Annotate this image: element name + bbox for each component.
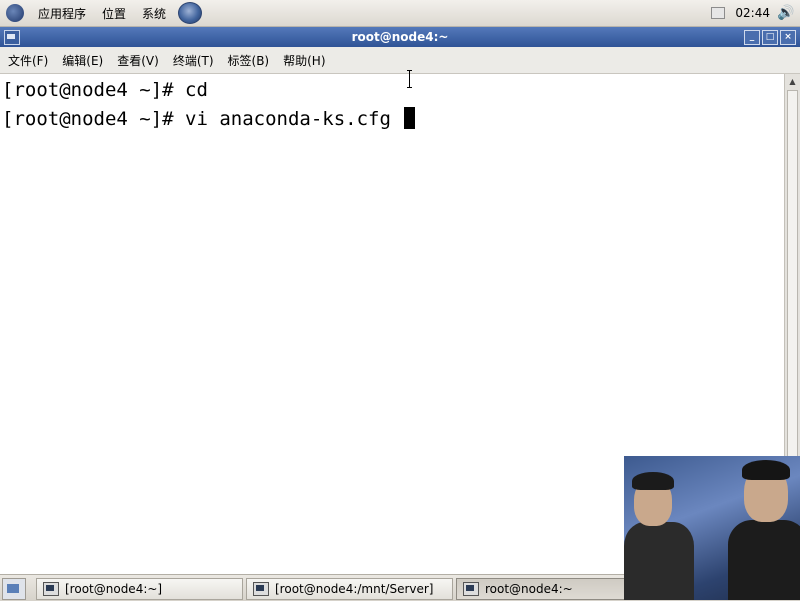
terminal-icon: [43, 582, 59, 596]
presenter-body: [728, 520, 800, 600]
maximize-button[interactable]: □: [762, 30, 778, 45]
show-desktop-icon[interactable]: [2, 578, 26, 600]
terminal-line: [root@node4 ~]# vi anaconda-ks.cfg: [2, 107, 416, 130]
presenter-hair: [742, 460, 790, 480]
menu-file[interactable]: 文件(F): [0, 52, 54, 69]
terminal-line: [root@node4 ~]# cd: [2, 79, 208, 101]
webcam-overlay: [624, 456, 800, 600]
taskbar-item[interactable]: [root@node4:/mnt/Server]: [246, 578, 453, 600]
minimize-button[interactable]: _: [744, 30, 760, 45]
browser-launcher-icon[interactable]: [178, 2, 203, 24]
clock[interactable]: 02:44: [735, 6, 770, 20]
menu-terminal[interactable]: 终端(T): [165, 52, 220, 69]
top-panel: 应用程序 位置 系统 02:44 🔊: [0, 0, 800, 27]
menu-view[interactable]: 查看(V): [109, 52, 165, 69]
taskbar-item-active[interactable]: root@node4:~: [456, 578, 626, 600]
scroll-up-arrow-icon[interactable]: ▲: [787, 76, 798, 87]
menu-help[interactable]: 帮助(H): [275, 52, 331, 69]
terminal-line-text: [root@node4 ~]# vi anaconda-ks.cfg: [2, 108, 403, 130]
ibeam-cursor-icon: [407, 70, 413, 88]
taskbar-item-label: [root@node4:/mnt/Server]: [275, 582, 434, 596]
window-title: root@node4:~: [351, 30, 449, 44]
taskbar-item-label: [root@node4:~]: [65, 582, 163, 596]
terminal-icon: [253, 582, 269, 596]
terminal-icon: [463, 582, 479, 596]
presenter-hair: [632, 472, 674, 490]
presenter-body: [624, 522, 694, 600]
applications-menu[interactable]: 应用程序: [30, 5, 94, 22]
menu-edit[interactable]: 编辑(E): [54, 52, 109, 69]
text-cursor: [404, 107, 416, 129]
menu-tabs[interactable]: 标签(B): [220, 52, 276, 69]
volume-icon[interactable]: 🔊: [776, 4, 796, 22]
close-button[interactable]: ×: [780, 30, 796, 45]
system-menu[interactable]: 系统: [134, 5, 174, 22]
panel-tray: 02:44 🔊: [711, 0, 800, 26]
distro-logo-icon[interactable]: [6, 4, 24, 22]
window-titlebar[interactable]: root@node4:~ _ □ ×: [0, 27, 800, 47]
places-menu[interactable]: 位置: [94, 5, 134, 22]
notification-icon[interactable]: [711, 7, 726, 19]
taskbar-item-label: root@node4:~: [485, 582, 573, 596]
taskbar-item[interactable]: [root@node4:~]: [36, 578, 243, 600]
menubar: 文件(F) 编辑(E) 查看(V) 终端(T) 标签(B) 帮助(H): [0, 47, 800, 74]
